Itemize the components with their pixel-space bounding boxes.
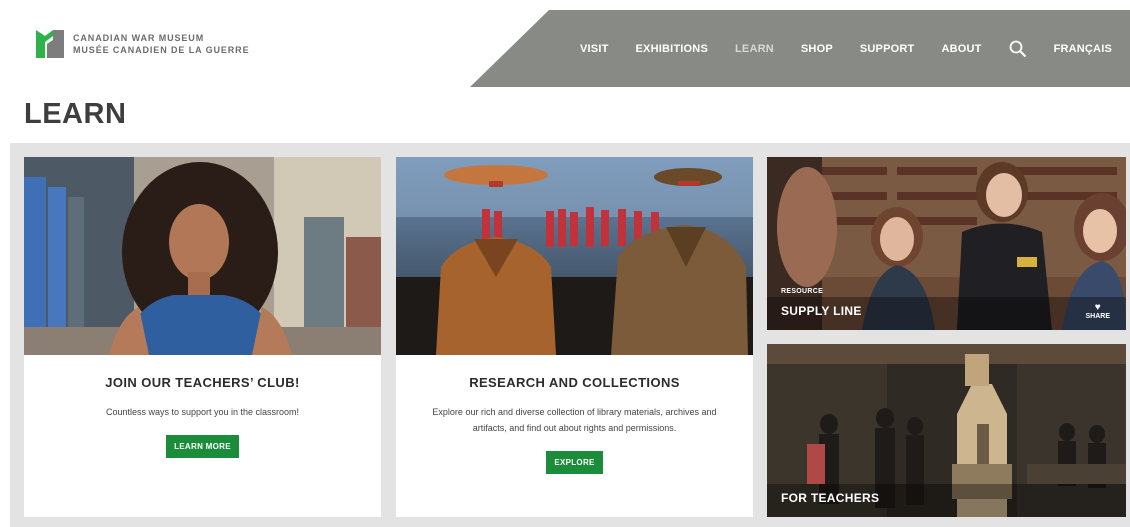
nav-item-exhibitions[interactable]: EXHIBITIONS	[636, 43, 709, 55]
nav-item-support[interactable]: SUPPORT	[860, 43, 915, 55]
search-icon[interactable]	[1009, 40, 1027, 58]
share-label: SHARE	[1085, 313, 1110, 320]
explore-button[interactable]: EXPLORE	[546, 451, 603, 474]
research-collections-card[interactable]: RESEARCH AND COLLECTIONS Explore our ric…	[396, 157, 753, 517]
nav-item-shop[interactable]: SHOP	[801, 43, 833, 55]
supply-line-tile[interactable]: RESOURCE SUPPLY LINE ♥ SHARE	[767, 157, 1126, 330]
learn-content-area: JOIN OUR TEACHERS’ CLUB! Countless ways …	[10, 143, 1130, 527]
museum-logo-mark	[36, 30, 64, 58]
page-title: LEARN	[24, 98, 127, 130]
tile-title: SUPPLY LINE	[781, 304, 862, 318]
heart-icon: ♥	[1094, 302, 1101, 313]
tile-title: FOR TEACHERS	[781, 491, 880, 505]
logo-text-french: MUSÉE CANADIEN DE LA GUERRE	[73, 45, 250, 55]
site-header: CANADIAN WAR MUSEUM MUSÉE CANADIEN DE LA…	[10, 10, 1130, 87]
teacher-photo	[24, 157, 381, 355]
card-title: RESEARCH AND COLLECTIONS	[469, 375, 680, 390]
learn-more-button[interactable]: LEARN MORE	[166, 435, 239, 458]
card-title: JOIN OUR TEACHERS’ CLUB!	[105, 375, 300, 390]
nav-item-visit[interactable]: VISIT	[580, 43, 609, 55]
teachers-club-card[interactable]: JOIN OUR TEACHERS’ CLUB! Countless ways …	[24, 157, 381, 517]
uniforms-photo	[396, 157, 753, 355]
for-teachers-tile[interactable]: FOR TEACHERS	[767, 344, 1126, 517]
main-nav: VISIT EXHIBITIONS LEARN SHOP SUPPORT ABO…	[553, 10, 1112, 87]
card-description: Countless ways to support you in the cla…	[105, 407, 300, 417]
share-button[interactable]: ♥ SHARE	[1085, 302, 1110, 321]
nav-item-learn[interactable]: LEARN	[735, 43, 774, 55]
logo-text-english: CANADIAN WAR MUSEUM	[73, 33, 205, 43]
card-description: Explore our rich and diverse collection …	[432, 407, 717, 433]
language-toggle[interactable]: FRANÇAIS	[1054, 43, 1112, 55]
nav-item-about[interactable]: ABOUT	[941, 43, 981, 55]
tile-eyebrow: RESOURCE	[781, 288, 824, 295]
museum-logo[interactable]: CANADIAN WAR MUSEUM MUSÉE CANADIEN DE LA…	[36, 30, 249, 58]
